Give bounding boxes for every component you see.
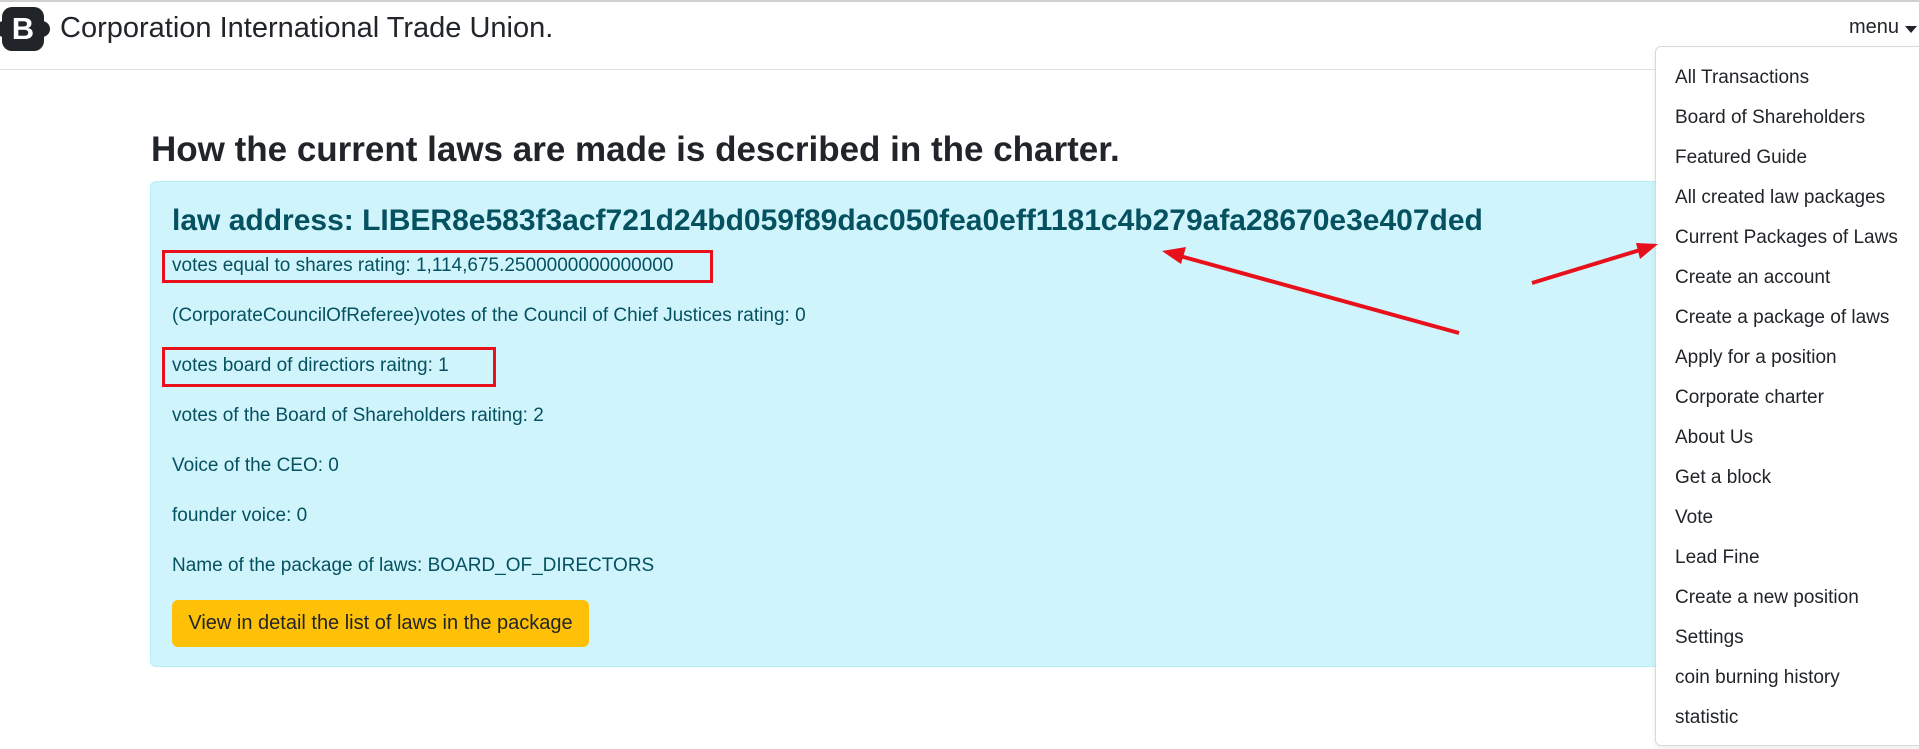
bootstrap-logo-icon[interactable]: B (0, 7, 50, 51)
menu-item-settings[interactable]: Settings (1675, 627, 1744, 649)
package-name: Name of the package of laws: BOARD_OF_DI… (172, 555, 655, 576)
menu-item-corporate-charter[interactable]: Corporate charter (1675, 387, 1824, 409)
menu-item-vote[interactable]: Vote (1675, 507, 1713, 529)
menu-item-about-us[interactable]: About Us (1675, 427, 1753, 449)
menu-item-coin-burning-history[interactable]: coin burning history (1675, 667, 1840, 689)
menu-item-board-of-shareholders[interactable]: Board of Shareholders (1675, 107, 1865, 129)
menu-item-current-packages-of-laws[interactable]: Current Packages of Laws (1675, 227, 1898, 249)
menu-item-all-created-law-packages[interactable]: All created law packages (1675, 187, 1885, 209)
menu-dropdown-toggle[interactable]: menu (1849, 16, 1919, 39)
caret-down-icon (1905, 26, 1917, 33)
navbar: B Corporation International Trade Union.… (0, 4, 1919, 70)
menu-item-featured-guide[interactable]: Featured Guide (1675, 147, 1807, 169)
page-heading: How the current laws are made is describ… (151, 130, 1120, 169)
menu-item-lead-fine[interactable]: Lead Fine (1675, 547, 1760, 569)
menu-item-all-transactions[interactable]: All Transactions (1675, 67, 1809, 89)
view-laws-detail-button[interactable]: View in detail the list of laws in the p… (172, 600, 589, 647)
menu-label: menu (1848, 16, 1899, 38)
law-package-card: law address: LIBER8e583f3acf721d24bd059f… (150, 181, 1919, 667)
menu-item-create-package-of-laws[interactable]: Create a package of laws (1675, 307, 1889, 329)
board-of-directors-rating: votes board of directiors raitng: 1 (172, 355, 449, 376)
board-of-shareholders-rating: votes of the Board of Shareholders raiti… (172, 405, 544, 426)
menu-item-create-account[interactable]: Create an account (1675, 267, 1830, 289)
law-address: law address: LIBER8e583f3acf721d24bd059f… (172, 204, 1483, 237)
council-chief-justices-rating: (CorporateCouncilOfReferee)votes of the … (172, 305, 806, 326)
founder-voice: founder voice: 0 (172, 505, 308, 526)
menu-item-statistic[interactable]: statistic (1675, 707, 1738, 729)
menu-item-create-new-position[interactable]: Create a new position (1675, 587, 1859, 609)
page: B Corporation International Trade Union.… (0, 0, 1919, 749)
menu-item-apply-for-position[interactable]: Apply for a position (1675, 347, 1837, 369)
menu-item-get-a-block[interactable]: Get a block (1675, 467, 1771, 489)
shares-votes-rating: votes equal to shares rating: 1,114,675.… (172, 255, 674, 276)
ceo-voice: Voice of the CEO: 0 (172, 455, 339, 476)
menu-dropdown: All Transactions Board of Shareholders F… (1655, 46, 1919, 746)
brand-title[interactable]: Corporation International Trade Union. (60, 12, 553, 45)
